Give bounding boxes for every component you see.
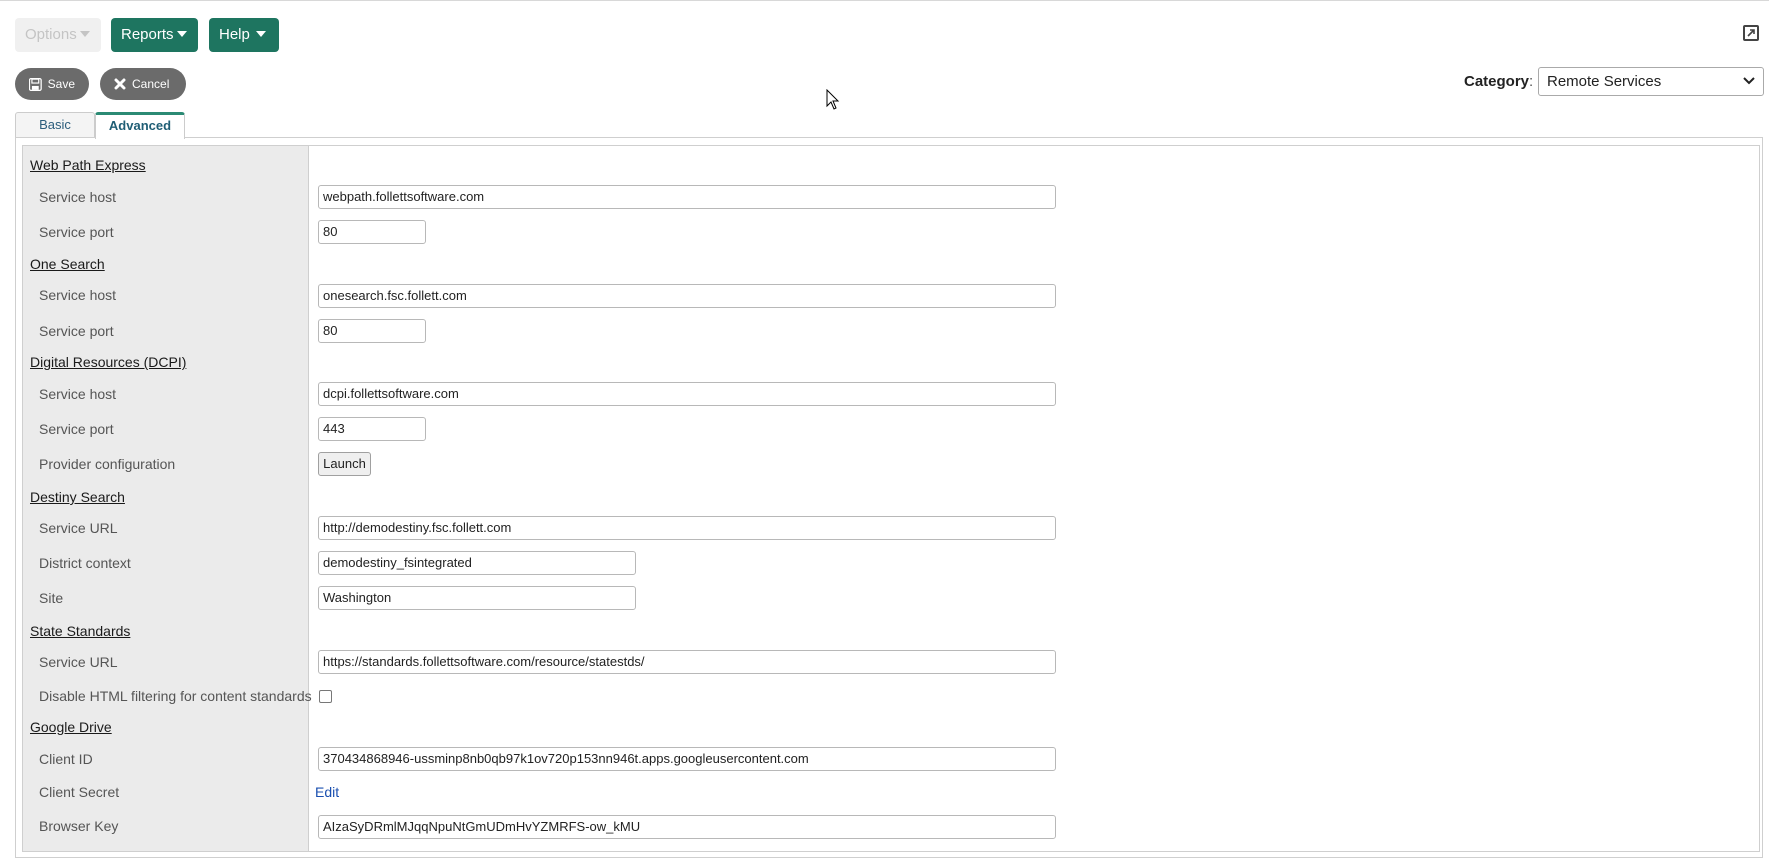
client-secret-edit-link[interactable]: Edit: [315, 784, 339, 800]
destiny-site-input[interactable]: Washington: [318, 586, 636, 610]
destiny-district-label: District context: [39, 555, 131, 571]
one-search-host-label: Service host: [39, 287, 117, 303]
popout-icon[interactable]: [1743, 25, 1759, 41]
google-browser-key-input[interactable]: AIzaSyDRmlMJqqNpuNtGmUDmHvYZMRFS-ow_kMU: [318, 815, 1056, 839]
destiny-url-input[interactable]: http://demodestiny.fsc.follett.com: [318, 516, 1056, 540]
web-path-port-input[interactable]: 80: [318, 220, 426, 244]
options-label: Options: [25, 26, 77, 43]
options-menu-button[interactable]: Options: [15, 18, 101, 52]
reports-label: Reports: [121, 26, 174, 43]
standards-filter-label: Disable HTML filtering for content stand…: [39, 688, 312, 704]
section-title-destiny[interactable]: Destiny Search: [30, 489, 125, 505]
save-label: Save: [47, 77, 75, 91]
one-search-port-input[interactable]: 80: [318, 319, 426, 343]
one-search-host-input[interactable]: onesearch.fsc.follett.com: [318, 284, 1056, 308]
category-label: Category:: [1464, 73, 1534, 90]
web-path-host-label: Service host: [39, 189, 117, 205]
top-border: [0, 0, 1769, 1]
dcpi-provider-label: Provider configuration: [39, 456, 176, 472]
cancel-label: Cancel: [132, 77, 170, 91]
dcpi-host-label: Service host: [39, 386, 117, 402]
dcpi-host-input[interactable]: dcpi.follettsoftware.com: [318, 382, 1056, 406]
destiny-district-input[interactable]: demodestiny_fsintegrated: [318, 551, 636, 575]
one-search-port-label: Service port: [39, 323, 114, 339]
google-browser-key-label: Browser Key: [39, 818, 119, 834]
web-path-host-input[interactable]: webpath.follettsoftware.com: [318, 185, 1056, 209]
chevron-down-icon: [79, 31, 90, 38]
chevron-down-icon: [1743, 77, 1755, 85]
tab-advanced[interactable]: Advanced: [95, 112, 185, 139]
help-label: Help: [219, 26, 250, 43]
destiny-site-label: Site: [39, 590, 64, 606]
chevron-down-icon: [255, 31, 266, 38]
chevron-down-icon: [176, 31, 187, 38]
web-path-port-label: Service port: [39, 224, 114, 240]
google-secret-label: Client Secret: [39, 784, 120, 800]
standards-url-input[interactable]: https://standards.follettsoftware.com/re…: [318, 650, 1056, 674]
save-button[interactable]: Save: [15, 68, 89, 100]
dcpi-port-input[interactable]: 443: [318, 417, 426, 441]
section-title-standards[interactable]: State Standards: [30, 623, 130, 639]
dcpi-port-label: Service port: [39, 421, 114, 437]
mouse-cursor-icon: [826, 89, 840, 110]
section-title-google-drive[interactable]: Google Drive: [30, 719, 112, 735]
reports-menu-button[interactable]: Reports: [111, 18, 198, 52]
destiny-url-label: Service URL: [39, 520, 118, 536]
standards-url-label: Service URL: [39, 654, 118, 670]
save-icon: [29, 77, 42, 91]
tab-basic[interactable]: Basic: [15, 112, 95, 138]
google-client-id-label: Client ID: [39, 751, 93, 767]
section-title-one-search[interactable]: One Search: [30, 256, 105, 272]
google-client-id-input[interactable]: 370434868946-ussminp8nb0qb97k1ov720p153n…: [318, 747, 1056, 771]
disable-html-filtering-checkbox[interactable]: [319, 690, 332, 703]
close-icon: [114, 78, 126, 90]
section-title-web-path[interactable]: Web Path Express: [30, 157, 146, 173]
category-select[interactable]: Remote Services: [1538, 67, 1764, 96]
category-selected-value: Remote Services: [1547, 73, 1662, 90]
section-title-dcpi[interactable]: Digital Resources (DCPI): [30, 354, 186, 370]
cancel-button[interactable]: Cancel: [100, 68, 186, 100]
help-menu-button[interactable]: Help: [209, 18, 279, 52]
launch-button[interactable]: Launch: [318, 452, 371, 476]
